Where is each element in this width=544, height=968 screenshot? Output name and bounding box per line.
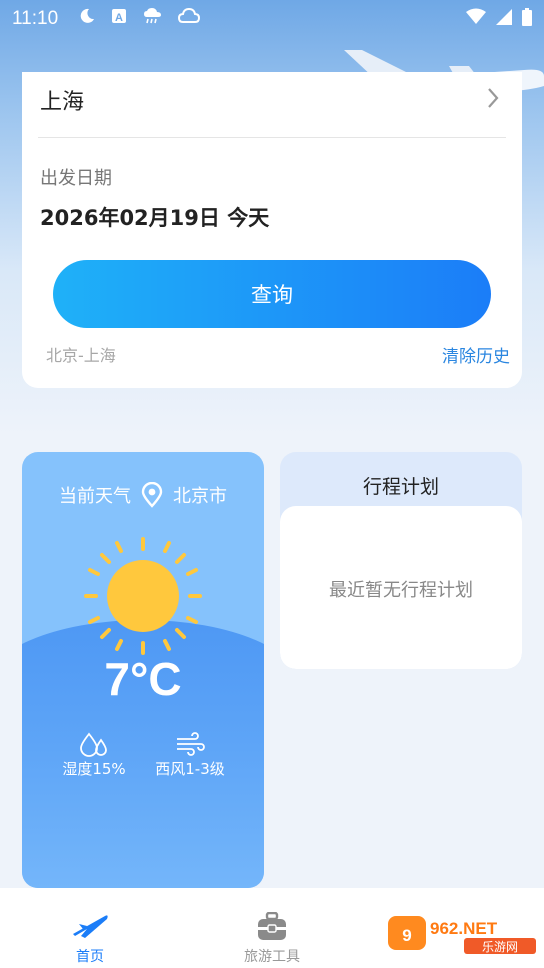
trip-empty-text: 最近暂无行程计划 [329,580,473,601]
humidity-icon [80,732,107,757]
history-item[interactable]: 北京-上海 [46,342,116,366]
cloud-icon [178,7,200,23]
cloud-rain-icon [144,8,161,24]
humidity-stat: 湿度15% [44,730,144,779]
tab-home[interactable]: 首页 [25,888,155,968]
weather-card: 当前天气 北京市 7°C 湿度15% 西风1-3级 [22,452,264,888]
svg-text:962.NET: 962.NET [430,919,498,938]
clear-history-link[interactable]: 清除历史 [442,342,510,367]
trip-plan-title: 行程计划 [362,476,439,498]
weather-title: 当前天气 [59,486,131,507]
search-button[interactable]: 查询 [53,260,491,328]
a-notification-icon: A [112,9,126,24]
status-time: 11:10 [12,8,59,29]
moon-icon [80,8,94,23]
watermark-logo: 9 962.NET 乐游网 [388,916,536,954]
temperature: 7°C [104,653,182,705]
svg-text:A: A [115,12,123,24]
tab-travel-tools[interactable]: 旅游工具 [207,888,337,968]
trip-plan-card[interactable]: 行程计划 最近暂无行程计划 [280,452,522,669]
humidity-value: 湿度15% [62,760,126,778]
departure-date[interactable]: 2026年02月19日 今天 [40,202,269,232]
date-label: 出发日期 [40,168,112,189]
chevron-right-icon[interactable] [486,86,500,110]
tab-home-label: 首页 [76,949,104,965]
location-pin-icon [141,482,163,508]
airplane-icon [73,915,108,938]
status-bar: 11:10 A [0,0,544,38]
flight-query-card: 上海 出发日期 2026年02月19日 今天 查询 北京-上海 清除历史 [22,72,522,388]
wind-stat: 西风1-3级 [140,730,240,779]
wind-icon [177,732,205,756]
wind-value: 西风1-3级 [155,760,225,778]
weather-city: 北京市 [173,486,227,507]
divider [38,137,506,138]
trip-plan-body: 最近暂无行程计划 [280,506,522,669]
wifi-icon [466,8,486,24]
sun-icon [84,537,202,655]
svg-text:乐游网: 乐游网 [482,940,518,954]
destination-city[interactable]: 上海 [40,84,84,116]
signal-icon [496,9,512,25]
luggage-icon [258,912,286,940]
svg-text:9: 9 [402,926,411,945]
tab-travel-tools-label: 旅游工具 [244,949,300,965]
battery-icon [522,8,532,26]
